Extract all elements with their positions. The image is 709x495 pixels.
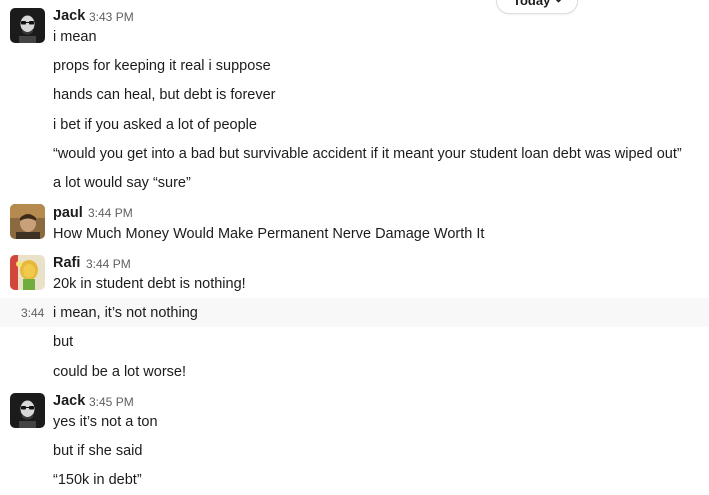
sender-name[interactable]: paul xyxy=(53,204,83,222)
message-text: props for keeping it real i suppose xyxy=(53,58,271,74)
message-text: could be a lot worse! xyxy=(53,364,186,380)
message-hover-timestamp[interactable]: 3:44 xyxy=(21,304,44,322)
sender-name[interactable]: Rafi xyxy=(53,254,80,272)
rafi-avatar[interactable] xyxy=(10,255,45,290)
message-text: yes it’s not a ton xyxy=(53,414,158,430)
message-timestamp[interactable]: 3:44 PM xyxy=(86,255,131,273)
message-timestamp[interactable]: 3:43 PM xyxy=(89,8,134,26)
date-divider-button[interactable]: Today xyxy=(496,0,579,14)
date-divider-label: Today xyxy=(513,0,551,8)
message-timestamp[interactable]: 3:44 PM xyxy=(88,204,133,222)
message-list: Today Jack 3:43 PM i mean props for keep… xyxy=(0,0,709,495)
message-text: but if she said xyxy=(53,443,143,459)
sender-name[interactable]: Jack xyxy=(53,7,85,25)
message-text: i bet if you asked a lot of people xyxy=(53,117,257,133)
message-text: hands can heal, but debt is forever xyxy=(53,87,276,103)
jack-avatar[interactable] xyxy=(10,8,45,43)
message-text: i mean, it’s not nothing xyxy=(53,305,198,321)
paul-avatar[interactable] xyxy=(10,204,45,239)
chevron-down-icon xyxy=(554,0,563,6)
message-text: “150k in debt” xyxy=(53,472,142,488)
message-text: “would you get into a bad but survivable… xyxy=(53,146,682,162)
message-text: but xyxy=(53,334,74,350)
message-text: i mean xyxy=(53,29,97,45)
message-text: How Much Money Would Make Permanent Nerv… xyxy=(53,226,485,242)
sender-name[interactable]: Jack xyxy=(53,392,85,410)
jack-avatar[interactable] xyxy=(10,393,45,428)
message-text: a lot would say “sure” xyxy=(53,175,191,191)
message-timestamp[interactable]: 3:45 PM xyxy=(89,393,134,411)
message-text: 20k in student debt is nothing! xyxy=(53,276,246,292)
